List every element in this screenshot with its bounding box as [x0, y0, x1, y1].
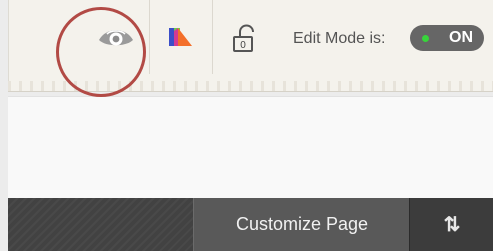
customize-page-button[interactable]: Customize Page — [193, 198, 410, 251]
toolbar-divider — [149, 0, 150, 74]
status-dot — [422, 35, 429, 42]
toolbar-divider — [212, 0, 213, 74]
edit-mode-state: ON — [449, 29, 473, 46]
sort-icon: ⇅ — [443, 214, 461, 236]
edit-mode-toggle[interactable]: ON — [410, 25, 484, 51]
theme-button[interactable] — [160, 18, 200, 58]
content-panel — [8, 96, 493, 200]
highlight-circle — [56, 7, 146, 97]
unlock-icon: 0 — [233, 24, 254, 52]
color-palette-icon — [169, 28, 192, 46]
customize-page-label: Customize Page — [235, 214, 369, 234]
lock-button[interactable]: 0 — [224, 18, 264, 58]
edit-mode-label: Edit Mode is: — [293, 30, 386, 47]
lock-digit: 0 — [240, 40, 246, 51]
sort-button[interactable]: ⇅ — [409, 198, 493, 251]
